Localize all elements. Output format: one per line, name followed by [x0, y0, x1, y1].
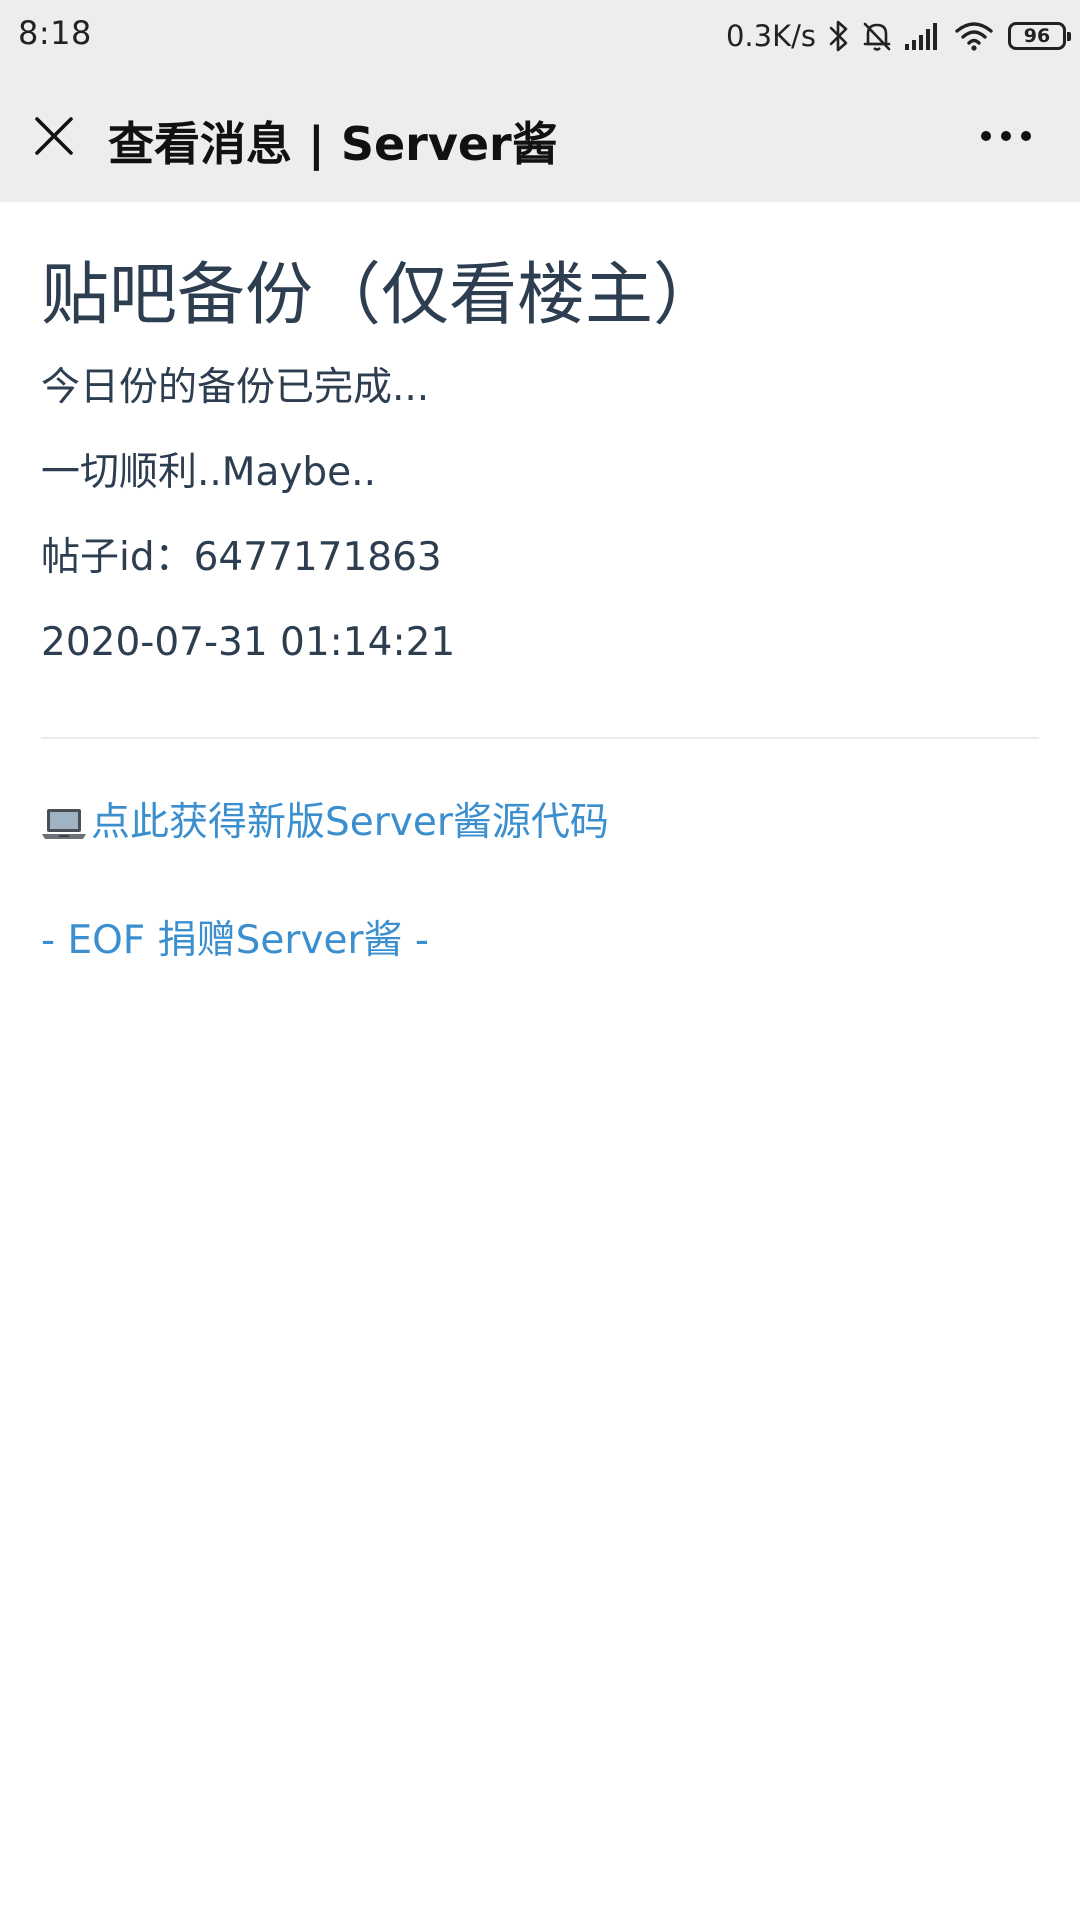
message-timestamp: 2020-07-31 01:14:21 — [41, 620, 456, 665]
more-icon — [981, 131, 1031, 141]
close-button[interactable] — [20, 102, 88, 170]
laptop-icon — [41, 805, 87, 853]
divider — [41, 737, 1039, 739]
donate-link[interactable]: - EOF 捐赠Server酱 - — [41, 917, 1039, 965]
source-code-link[interactable]: 点此获得新版Server酱源代码 — [41, 799, 1039, 853]
status-time: 8:18 — [18, 14, 92, 52]
source-code-link-label: 点此获得新版Server酱源代码 — [91, 800, 609, 845]
status-icons: 0.3K/s 96 — [725, 14, 1071, 58]
wifi-icon — [954, 20, 994, 52]
mute-bell-icon — [860, 19, 894, 53]
nav-bar: 查看消息 | Server酱 — [0, 72, 1080, 202]
message-post-id: 帖子id：6477171863 — [41, 535, 442, 580]
more-button[interactable] — [968, 110, 1044, 162]
close-icon — [35, 117, 73, 155]
message-line: 一切顺利..Maybe.. — [41, 450, 376, 495]
bluetooth-icon — [828, 19, 850, 53]
page-header-title: 查看消息 | Server酱 — [108, 117, 558, 171]
battery-icon: 96 — [1008, 22, 1071, 50]
message-title: 贴吧备份（仅看楼主） — [41, 256, 722, 335]
network-speed: 0.3K/s — [725, 19, 816, 53]
message-line: 今日份的备份已完成... — [41, 365, 430, 410]
signal-icon — [904, 21, 944, 51]
message-content: 贴吧备份（仅看楼主） 今日份的备份已完成... 一切顺利..Maybe.. 帖子… — [41, 202, 1039, 965]
status-bar: 8:18 0.3K/s 96 — [0, 0, 1080, 72]
